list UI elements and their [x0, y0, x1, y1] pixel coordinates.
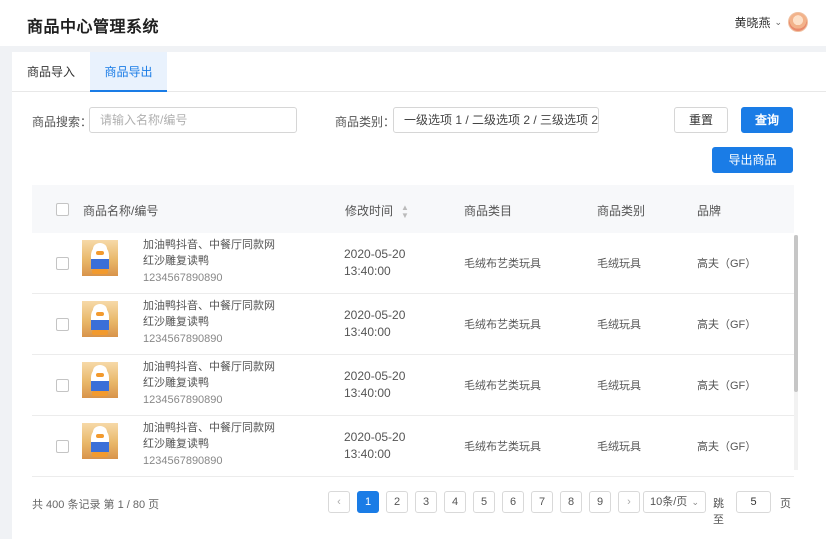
product-code: 1234567890890 [143, 394, 223, 406]
product-code: 1234567890890 [143, 333, 223, 345]
search-input[interactable]: 请输入名称/编号 [89, 107, 297, 133]
page-button[interactable]: 7 [531, 491, 553, 513]
product-thumbnail [82, 240, 118, 276]
reset-button[interactable]: 重置 [674, 107, 728, 133]
page-button[interactable]: 8 [560, 491, 582, 513]
product-code: 1234567890890 [143, 272, 223, 284]
search-label: 商品搜索： [32, 115, 93, 129]
product-name: 加油鸭抖音、中餐厅同款网 红沙雕复读鸭 [143, 300, 275, 328]
product-brand: 高夫（GF） [697, 441, 757, 453]
product-thumbnail [82, 301, 118, 337]
product-category: 毛绒布艺类玩具 [464, 319, 541, 331]
page-button[interactable]: 3 [415, 491, 437, 513]
row-checkbox[interactable] [56, 440, 69, 453]
table-row[interactable]: 加油鸭抖音、中餐厅同款网 红沙雕复读鸭 1234567890890 2020-05… [32, 355, 794, 416]
select-all-checkbox[interactable] [56, 203, 69, 216]
chevron-down-icon: ⌄ [774, 16, 782, 27]
page-button[interactable]: 6 [502, 491, 524, 513]
product-thumbnail [82, 423, 118, 459]
user-menu[interactable]: 黄晓燕 ⌄ [734, 12, 808, 32]
record-summary: 共 400 条记录 第 1 / 80 页 [32, 499, 160, 511]
column-header-category: 商品类目 [464, 204, 513, 218]
product-type: 毛绒玩具 [597, 319, 641, 331]
page-button[interactable]: 2 [386, 491, 408, 513]
app-title: 商品中心管理系统 [27, 19, 160, 36]
avatar[interactable] [788, 12, 808, 32]
product-type: 毛绒玩具 [597, 441, 641, 453]
column-header-time-label: 修改时间 [345, 204, 394, 218]
user-name: 黄晓燕 [734, 15, 771, 30]
modified-time: 2020-05-20 13:40:00 [344, 247, 406, 278]
column-header-time[interactable]: 修改时间 ▲ ▼ [345, 202, 409, 220]
query-button[interactable]: 查询 [741, 107, 793, 133]
product-code: 1234567890890 [143, 455, 223, 467]
modified-time: 2020-05-20 13:40:00 [344, 430, 406, 461]
tab-export[interactable]: 商品导出 [90, 52, 167, 92]
row-checkbox[interactable] [56, 318, 69, 331]
product-table: 商品名称/编号 修改时间 ▲ ▼ 商品类目 商品类别 品牌 加油鸭抖音、中餐厅同款网… [32, 185, 794, 520]
product-name: 加油鸭抖音、中餐厅同款网 红沙雕复读鸭 [143, 361, 275, 389]
export-products-button[interactable]: 导出商品 [712, 147, 793, 173]
modified-time: 2020-05-20 13:40:00 [344, 369, 406, 400]
page-size-value: 10条/页 [650, 496, 688, 508]
modified-time: 2020-05-20 13:40:00 [344, 308, 406, 339]
product-name: 加油鸭抖音、中餐厅同款网 红沙雕复读鸭 [143, 239, 275, 267]
category-cascader[interactable]: 一级选项 1 / 二级选项 2 / 三级选项 2 [393, 107, 599, 133]
page-button[interactable]: 1 [357, 491, 379, 513]
product-brand: 高夫（GF） [697, 319, 757, 331]
tab-import[interactable]: 商品导入 [12, 52, 90, 92]
chevron-down-icon: ⌄ [691, 497, 699, 507]
main-card: 商品导入 商品导出 商品搜索： 请输入名称/编号 商品类别： 一级选项 1 / … [12, 52, 826, 539]
product-brand: 高夫（GF） [697, 258, 757, 270]
table-header: 商品名称/编号 修改时间 ▲ ▼ 商品类目 商品类别 品牌 [32, 185, 794, 233]
page-button[interactable]: 5 [473, 491, 495, 513]
row-checkbox[interactable] [56, 379, 69, 392]
product-type: 毛绒玩具 [597, 258, 641, 270]
tab-bar: 商品导入 商品导出 [12, 52, 826, 92]
table-row[interactable]: 加油鸭抖音、中餐厅同款网 红沙雕复读鸭 1234567890890 2020-05… [32, 233, 794, 294]
page-button[interactable]: 9 [589, 491, 611, 513]
jump-page-input[interactable]: 5 [736, 491, 771, 513]
product-name: 加油鸭抖音、中餐厅同款网 红沙雕复读鸭 [143, 422, 275, 450]
product-category: 毛绒布艺类玩具 [464, 258, 541, 270]
prev-page-icon[interactable]: ‹ [328, 491, 350, 513]
table-row[interactable]: 加油鸭抖音、中餐厅同款网 红沙雕复读鸭 1234567890890 2020-05… [32, 416, 794, 477]
page-size-select[interactable]: 10条/页 ⌄ [643, 491, 706, 513]
next-page-icon[interactable]: › [618, 491, 640, 513]
product-category: 毛绒布艺类玩具 [464, 380, 541, 392]
category-label: 商品类别： [335, 115, 396, 129]
column-header-brand: 品牌 [697, 204, 722, 218]
page-button[interactable]: 4 [444, 491, 466, 513]
top-header: 商品中心管理系统 黄晓燕 ⌄ [0, 0, 826, 46]
product-brand: 高夫（GF） [697, 380, 757, 392]
table-row[interactable]: 加油鸭抖音、中餐厅同款网 红沙雕复读鸭 1234567890890 2020-05… [32, 294, 794, 355]
page-unit-label: 页 [780, 498, 791, 510]
product-thumbnail [82, 362, 118, 398]
column-header-name: 商品名称/编号 [83, 204, 159, 218]
row-checkbox[interactable] [56, 257, 69, 270]
table-scrollbar[interactable] [794, 235, 798, 470]
product-type: 毛绒玩具 [597, 380, 641, 392]
product-category: 毛绒布艺类玩具 [464, 441, 541, 453]
jump-label: 跳至 [713, 498, 724, 526]
column-header-type: 商品类别 [597, 204, 646, 218]
scrollbar-thumb[interactable] [794, 235, 798, 392]
sort-icon[interactable]: ▲ ▼ [401, 203, 409, 220]
